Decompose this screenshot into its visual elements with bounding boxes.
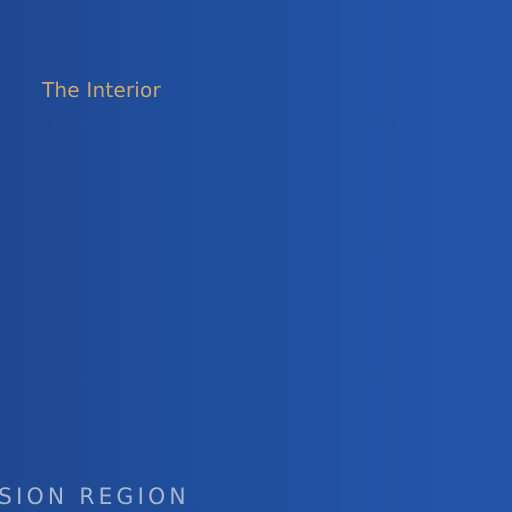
interior-label: The Interior [42,78,161,102]
region-label: SION REGION [0,485,190,510]
blue-gradient-panel: The Interior SION REGION [0,0,512,512]
